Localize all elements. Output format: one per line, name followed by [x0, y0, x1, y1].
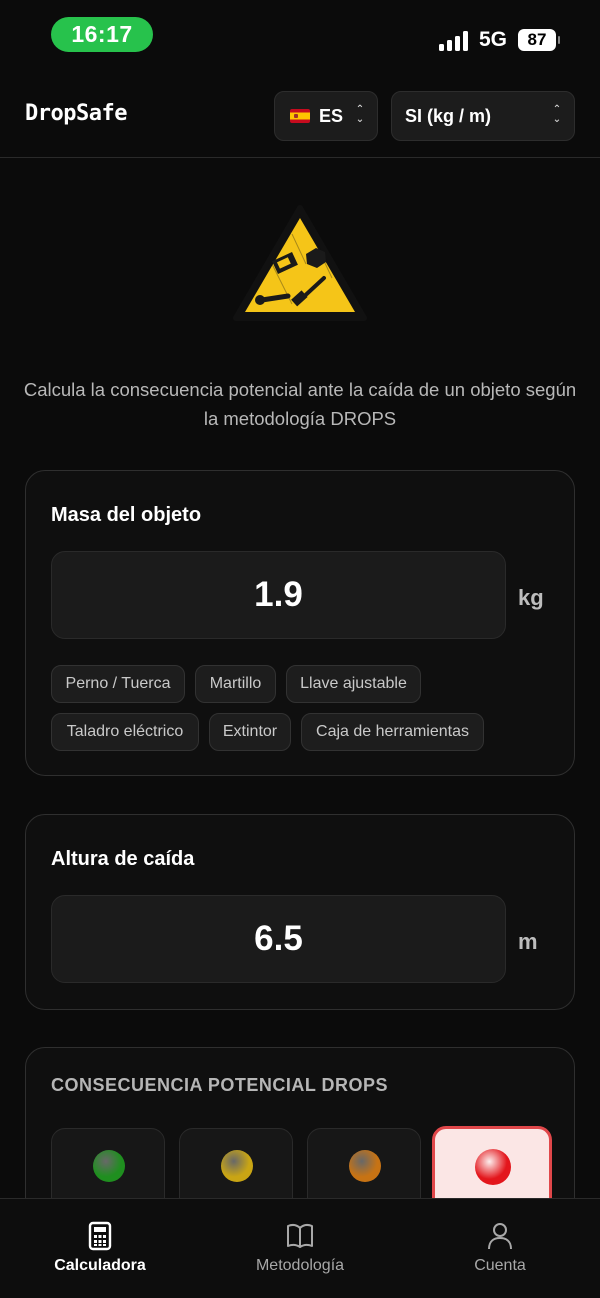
nav-item-calculadora[interactable]: Calculadora — [30, 1221, 170, 1275]
cellular-signal-icon — [439, 31, 469, 51]
network-type: 5G — [479, 28, 508, 51]
chevron-up-down-icon: ⌃ ⌄ — [355, 104, 365, 125]
mass-card: Masa del objeto 1.9 kg Perno / Tuerca Ma… — [25, 470, 575, 776]
nav-item-metodologia[interactable]: Metodología — [230, 1221, 370, 1275]
battery-icon: 87 — [518, 29, 560, 51]
falling-objects-warning-icon — [233, 205, 367, 321]
units-select[interactable]: SI (kg / m) ⌃ ⌄ — [391, 91, 575, 141]
mass-unit: kg — [518, 585, 544, 610]
level-dot — [93, 1150, 125, 1182]
mass-title: Masa del objeto — [51, 504, 202, 526]
level-dot — [475, 1149, 511, 1185]
level-dot — [349, 1150, 381, 1182]
nav-label: Calculadora — [54, 1257, 146, 1274]
preset-chip[interactable]: Martillo — [195, 665, 276, 703]
intro-description: Calcula la consecuencia potencial ante l… — [23, 379, 577, 429]
calculator-icon — [88, 1221, 112, 1251]
language-value: ES — [319, 105, 344, 126]
nav-item-cuenta[interactable]: Cuenta — [430, 1221, 570, 1275]
result-title: CONSECUENCIA POTENCIAL DROPS — [51, 1075, 389, 1095]
app-brand: DropSafe — [25, 101, 127, 126]
user-icon — [488, 1223, 512, 1250]
nav-label: Metodología — [255, 1257, 345, 1274]
preset-chip[interactable]: Caja de herramientas — [301, 713, 484, 751]
bottom-nav: Calculadora Metodología Cuenta — [0, 1198, 600, 1298]
height-title: Altura de caída — [51, 848, 195, 870]
preset-chip[interactable]: Perno / Tuerca — [51, 665, 185, 703]
app-header: DropSafe ES ⌃ ⌄ SI (kg / m) ⌃ ⌄ — [0, 86, 600, 158]
height-input[interactable]: 6.5 — [51, 895, 506, 983]
status-bar: 16:17 5G 87 — [0, 0, 600, 70]
mass-input[interactable]: 1.9 — [51, 551, 506, 639]
preset-chip[interactable]: Llave ajustable — [286, 665, 421, 703]
status-time: 16:17 — [51, 17, 153, 52]
nav-label: Cuenta — [474, 1257, 526, 1274]
level-dot — [221, 1150, 253, 1182]
units-value: SI (kg / m) — [405, 105, 492, 126]
book-icon — [287, 1223, 313, 1248]
height-unit: m — [518, 929, 538, 954]
spain-flag-icon — [290, 109, 310, 123]
language-select[interactable]: ES ⌃ ⌄ — [274, 91, 378, 141]
battery-level: 87 — [527, 30, 547, 49]
height-card: Altura de caída 6.5 m — [25, 814, 575, 1010]
chevron-up-down-icon: ⌃ ⌄ — [552, 104, 562, 125]
preset-chip[interactable]: Extintor — [209, 713, 291, 751]
preset-chip[interactable]: Taladro eléctrico — [51, 713, 199, 751]
